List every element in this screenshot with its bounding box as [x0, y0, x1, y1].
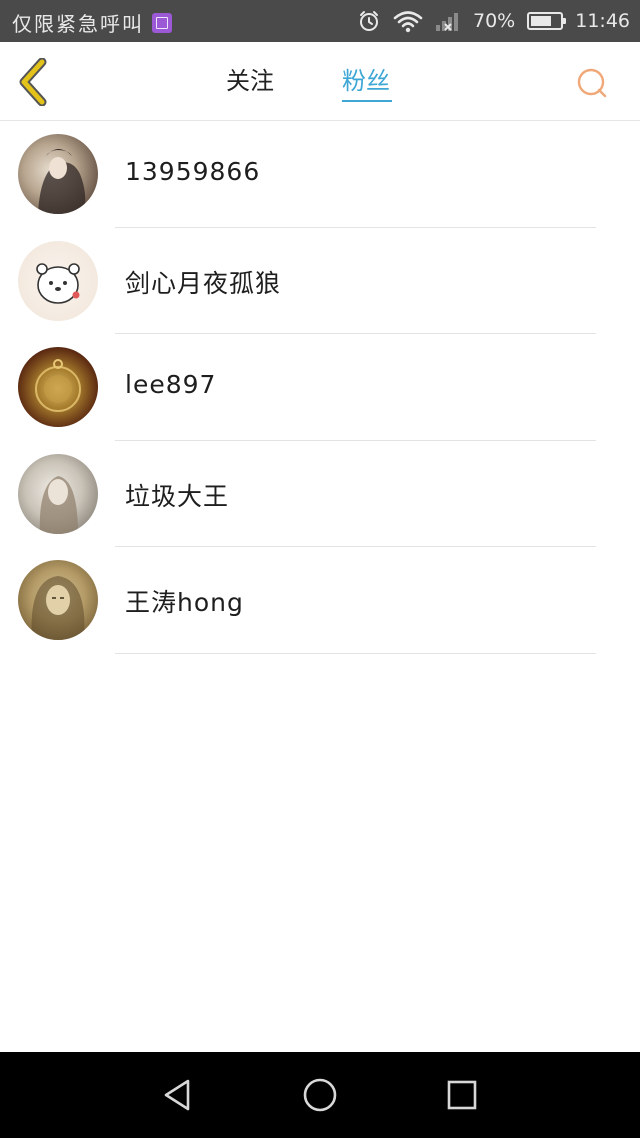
list-item[interactable]: 垃圾大王: [0, 441, 640, 547]
home-circle-icon: [303, 1078, 337, 1112]
battery-level: [531, 16, 552, 26]
avatar-art: [38, 149, 86, 214]
wifi-icon: [393, 9, 423, 33]
carrier-text: 仅限紧急呼叫: [12, 12, 144, 36]
divider: [115, 652, 596, 654]
tab-bar: 关注 粉丝: [0, 42, 640, 120]
nav-home-button[interactable]: [300, 1075, 340, 1115]
fan-name: lee897: [125, 370, 217, 399]
list-item[interactable]: 王涛hong: [0, 547, 640, 654]
navigation-bar: [0, 1052, 640, 1138]
avatar-art: [31, 576, 85, 640]
search-button[interactable]: [575, 66, 609, 100]
gallery-icon: [152, 12, 172, 33]
status-left: 仅限紧急呼叫: [12, 8, 172, 37]
avatar-art: [36, 262, 80, 304]
fan-name: 13959866: [125, 157, 261, 186]
avatar[interactable]: [18, 453, 98, 534]
status-right: 70% 11:46: [357, 6, 630, 36]
nav-back-button[interactable]: [158, 1075, 198, 1115]
avatar[interactable]: [18, 134, 98, 214]
search-icon: [577, 68, 607, 98]
tab-fans[interactable]: 粉丝: [342, 64, 392, 102]
fan-name: 剑心月夜孤狼: [125, 268, 282, 298]
alarm-icon: [357, 9, 381, 33]
avatar[interactable]: [18, 240, 98, 321]
avatar-art: [35, 359, 81, 412]
avatar-art: [39, 475, 78, 534]
battery-icon: [527, 12, 567, 30]
tab-follow[interactable]: 关注: [226, 64, 274, 102]
fan-name: 垃圾大王: [125, 481, 230, 511]
battery-percent: 70%: [473, 10, 516, 32]
fan-list: 13959866 剑心月夜孤狼 lee897 垃圾大王 王涛hong: [0, 121, 640, 654]
signal-icon: [435, 9, 461, 33]
recent-square-icon: [447, 1080, 477, 1110]
status-bar: 仅限紧急呼叫 70% 11:46: [0, 0, 640, 42]
header: 关注 粉丝: [0, 42, 640, 121]
avatar[interactable]: [18, 347, 98, 427]
list-item[interactable]: 剑心月夜孤狼: [0, 228, 640, 334]
list-item[interactable]: lee897: [0, 334, 640, 441]
list-item[interactable]: 13959866: [0, 121, 640, 228]
nav-recent-button[interactable]: [442, 1075, 482, 1115]
clock-time: 11:46: [575, 10, 630, 32]
fan-name: 王涛hong: [125, 588, 244, 617]
avatar[interactable]: [18, 560, 98, 640]
back-triangle-icon: [164, 1079, 190, 1111]
